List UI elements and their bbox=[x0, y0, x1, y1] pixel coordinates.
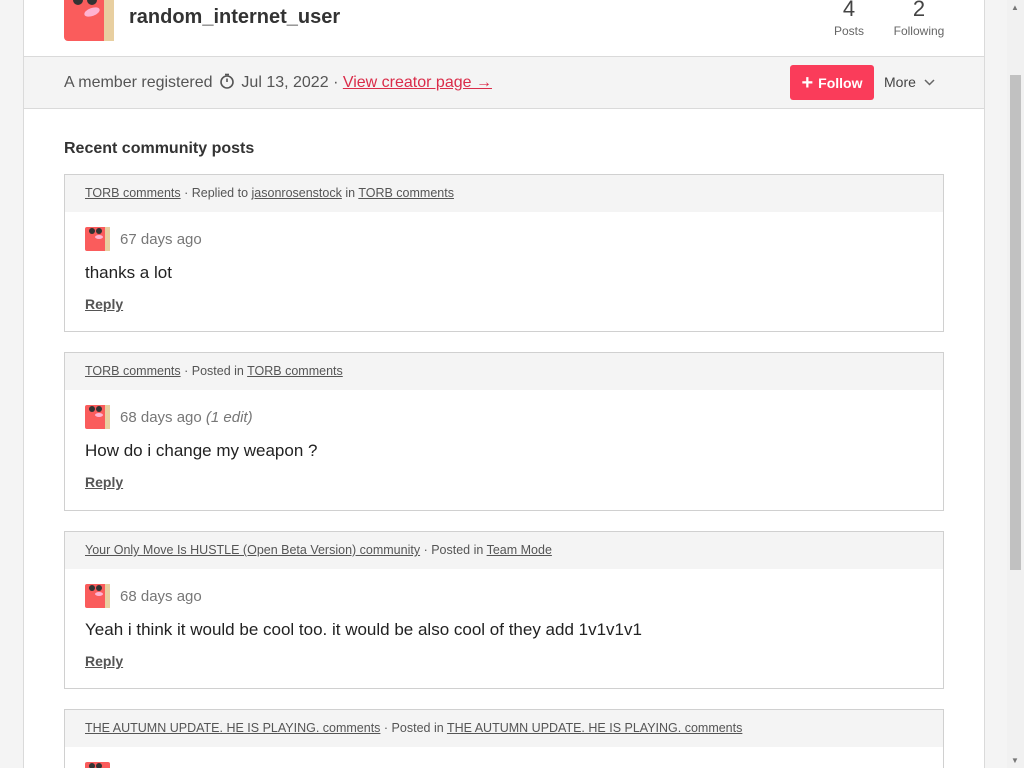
user-header: random_internet_user 4 Posts 2 Following bbox=[24, 0, 984, 57]
post-source-link[interactable]: TORB comments bbox=[85, 364, 181, 378]
following-count: 2 bbox=[912, 0, 926, 21]
post-text: thanks a lot bbox=[85, 263, 172, 282]
post-time: 67 days ago bbox=[120, 231, 202, 248]
scroll-thumb[interactable] bbox=[1010, 75, 1021, 570]
post-header: TORB comments · Replied to jasonrosensto… bbox=[65, 175, 943, 212]
post-time: 68 days ago bbox=[120, 588, 202, 605]
post-action: · Posted in bbox=[423, 543, 484, 557]
more-button[interactable]: More bbox=[884, 74, 935, 90]
member-bar: A member registered Jul 13, 2022 · View … bbox=[24, 57, 984, 109]
post-location-link[interactable]: TORB comments bbox=[247, 364, 343, 378]
view-creator-link[interactable]: View creator page → bbox=[343, 74, 492, 91]
post-action: · Posted in bbox=[383, 721, 444, 735]
post-time-text: 68 days ago bbox=[120, 408, 202, 426]
post-card: Your Only Move Is HUSTLE (Open Beta Vers… bbox=[64, 531, 944, 689]
post-source-link[interactable]: TORB comments bbox=[85, 186, 181, 200]
following-stat[interactable]: 2 Following bbox=[889, 0, 949, 38]
separator: · bbox=[333, 74, 339, 91]
member-info: A member registered Jul 13, 2022 · View … bbox=[64, 73, 492, 92]
post-action: · Posted in bbox=[184, 364, 244, 378]
profile-page: random_internet_user 4 Posts 2 Following… bbox=[23, 0, 985, 768]
post-location-link[interactable]: THE AUTUMN UPDATE. HE IS PLAYING. commen… bbox=[447, 721, 742, 735]
scroll-down-icon[interactable]: ▼ bbox=[1011, 756, 1019, 765]
post-text: Yeah i think it would be cool too. it wo… bbox=[85, 620, 642, 639]
reply-target-link[interactable]: jasonrosenstock bbox=[252, 186, 342, 200]
reply-link[interactable]: Reply bbox=[85, 296, 123, 312]
post-body: 68 days ago (1 edit) How do i change my … bbox=[65, 390, 943, 506]
follow-label: Follow bbox=[818, 74, 863, 91]
post-meta: 68 days ago bbox=[85, 583, 923, 609]
post-header: TORB comments · Posted in TORB comments bbox=[65, 353, 943, 390]
post-meta: 67 days ago bbox=[85, 226, 923, 252]
section-title: Recent community posts bbox=[64, 140, 255, 157]
post-meta bbox=[85, 761, 923, 768]
post-action: · Replied to bbox=[184, 186, 249, 200]
post-card: THE AUTUMN UPDATE. HE IS PLAYING. commen… bbox=[64, 709, 944, 768]
registered-prefix: A member registered bbox=[64, 74, 213, 91]
avatar[interactable] bbox=[85, 227, 110, 251]
post-time: 68 days ago (1 edit) bbox=[120, 409, 253, 426]
post-location-link[interactable]: Team Mode bbox=[487, 543, 552, 557]
username: random_internet_user bbox=[129, 6, 341, 28]
reply-link[interactable]: Reply bbox=[85, 474, 123, 490]
scroll-up-icon[interactable]: ▲ bbox=[1011, 3, 1019, 12]
post-card: TORB comments · Replied to jasonrosensto… bbox=[64, 174, 944, 332]
post-header: Your Only Move Is HUSTLE (Open Beta Vers… bbox=[65, 532, 943, 569]
following-label: Following bbox=[893, 24, 945, 38]
post-meta: 68 days ago (1 edit) bbox=[85, 404, 923, 430]
avatar[interactable] bbox=[85, 584, 110, 608]
posts-stat[interactable]: 4 Posts bbox=[831, 0, 867, 38]
posts-count: 4 bbox=[842, 0, 856, 21]
avatar[interactable] bbox=[85, 762, 110, 768]
post-body: 67 days ago thanks a lot Reply bbox=[65, 212, 943, 328]
scrollbar[interactable]: ▲ ▼ bbox=[1007, 0, 1024, 768]
post-time-text: 68 days ago bbox=[120, 587, 202, 605]
post-card: TORB comments · Posted in TORB comments … bbox=[64, 352, 944, 511]
registered-date: Jul 13, 2022 bbox=[241, 74, 329, 91]
more-label: More bbox=[884, 74, 916, 90]
post-time-text: 67 days ago bbox=[120, 230, 202, 248]
post-location-link[interactable]: TORB comments bbox=[358, 186, 454, 200]
post-body: 68 days ago Yeah i think it would be coo… bbox=[65, 569, 943, 685]
edit-count: (1 edit) bbox=[205, 408, 253, 426]
post-source-link[interactable]: THE AUTUMN UPDATE. HE IS PLAYING. commen… bbox=[85, 721, 380, 735]
post-text: How do i change my weapon ? bbox=[85, 441, 318, 460]
avatar[interactable] bbox=[85, 405, 110, 429]
clock-icon bbox=[220, 73, 234, 89]
posts-label: Posts bbox=[833, 24, 864, 38]
post-header: THE AUTUMN UPDATE. HE IS PLAYING. commen… bbox=[65, 710, 943, 747]
plus-icon: + bbox=[801, 71, 814, 94]
follow-button[interactable]: + Follow bbox=[790, 65, 874, 100]
post-body bbox=[65, 747, 943, 768]
in-word: in bbox=[345, 186, 356, 200]
reply-link[interactable]: Reply bbox=[85, 653, 123, 669]
post-source-link[interactable]: Your Only Move Is HUSTLE (Open Beta Vers… bbox=[85, 543, 420, 557]
user-avatar[interactable] bbox=[64, 0, 114, 41]
chevron-down-icon bbox=[924, 78, 935, 86]
